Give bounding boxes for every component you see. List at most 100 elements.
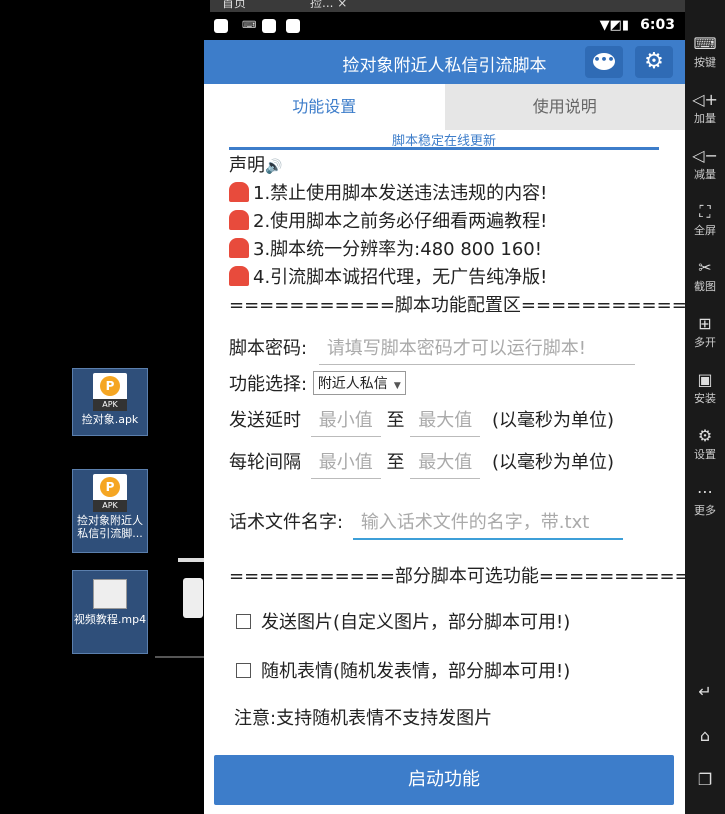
- delay-label: 发送延时: [229, 410, 301, 431]
- optional-divider: ===========部分脚本可选功能===========: [229, 566, 685, 587]
- random-emoji-checkbox[interactable]: [236, 663, 251, 678]
- recents-button[interactable]: ❐: [685, 770, 725, 790]
- random-emoji-label: 随机表情(随机发表情，部分脚本可用!): [261, 661, 571, 682]
- notice-heading: 声明: [229, 155, 265, 176]
- video-file-icon: [93, 579, 127, 609]
- delay-max-input[interactable]: 最大值: [410, 406, 481, 437]
- volume-up-icon: ◁+: [692, 90, 718, 109]
- home-icon: ⌂: [699, 726, 711, 745]
- back-icon: ↵: [698, 682, 712, 701]
- notice-item: 1.禁止使用脚本发送违法违规的内容!: [253, 183, 548, 204]
- unit-label: (以毫秒为单位): [491, 452, 614, 473]
- apk-file-icon: P APK: [93, 474, 127, 512]
- emulator-toolbar: ⌨ 按键 ◁+ 加量 ◁− 减量 ⛶ 全屏 ✂ 截图 ⊞ 多开 ▣ 安装 ⚙ 设置 ⋯ 更多 ↵ …: [685, 0, 725, 814]
- function-label: 功能选择:: [229, 374, 308, 395]
- to-label: 至: [386, 452, 405, 473]
- toolbar-install[interactable]: ▣ 安装: [685, 370, 725, 406]
- random-emoji-option[interactable]: 随机表情(随机发表情，部分脚本可用!): [236, 657, 570, 683]
- notice-item: 4.引流脚本诚招代理，无广告纯净版!: [253, 267, 548, 288]
- signal-battery-icon: ▼◩▮: [599, 18, 629, 33]
- scissors-icon: ✂: [698, 258, 712, 277]
- script-file-input[interactable]: 输入话术文件的名字，带.txt: [352, 508, 623, 540]
- tab-instructions[interactable]: 使用说明: [444, 84, 685, 130]
- desktop-icon-video[interactable]: 视频教程.mp4: [72, 570, 148, 654]
- function-select[interactable]: 附近人私信 ▼: [312, 371, 406, 395]
- notice-item: 3.脚本统一分辨率为:480 800 160!: [253, 239, 542, 260]
- background-divider: [155, 656, 205, 658]
- desktop-icon-label: 捡对象.apk: [81, 413, 139, 426]
- start-button[interactable]: 启动功能: [214, 755, 674, 805]
- apk-file-icon: P APK: [93, 373, 127, 411]
- desktop-icon-apk-2[interactable]: P APK 捡对象附近人私信引流脚...: [72, 469, 148, 553]
- password-label: 脚本密码:: [229, 338, 308, 359]
- to-label: 至: [386, 410, 405, 431]
- toolbar-keys[interactable]: ⌨ 按键: [685, 34, 725, 70]
- desktop-icon-label: 捡对象附近人私信引流脚...: [77, 514, 143, 540]
- volume-down-icon: ◁−: [692, 146, 718, 165]
- notice-item: 2.使用脚本之前务必仔细看两遍教程!: [253, 211, 548, 232]
- interval-min-input[interactable]: 最小值: [310, 448, 381, 479]
- background-window-fragment: [183, 578, 203, 618]
- note-text: 注意:支持随机表情不支持发图片: [234, 708, 493, 729]
- interval-label: 每轮间隔: [229, 452, 301, 473]
- settings-icon: ⚙: [697, 426, 713, 445]
- send-image-label: 发送图片(自定义图片，部分脚本可用!): [261, 612, 571, 633]
- send-image-checkbox[interactable]: [236, 614, 251, 629]
- host-tab-strip: 首页 捡... ×: [210, 0, 685, 12]
- send-image-option[interactable]: 发送图片(自定义图片，部分脚本可用!): [236, 608, 570, 634]
- chat-icon: •••: [593, 53, 615, 70]
- keyboard-icon: ⌨: [693, 34, 717, 53]
- status-time: 6:03: [640, 17, 675, 33]
- toolbar-multi-open[interactable]: ⊞ 多开: [685, 314, 725, 350]
- alarm-icon: [229, 266, 249, 286]
- config-divider: ===========脚本功能配置区===========: [229, 295, 685, 316]
- speaker-icon: 🔊: [265, 159, 283, 175]
- script-file-label: 话术文件名字:: [229, 512, 344, 533]
- screen: 首页 捡... × P APK 捡对象.apk P APK 捡对象附近人私信引流脚.…: [0, 0, 725, 814]
- home-button[interactable]: ⌂: [685, 726, 725, 746]
- host-tab-app[interactable]: 捡... ×: [310, 0, 347, 12]
- alarm-icon: [229, 210, 249, 230]
- notice-section: 声明🔊 1.禁止使用脚本发送违法违规的内容! 2.使用脚本之前务必仔细看两遍教程…: [229, 152, 685, 320]
- password-row: 脚本密码: 请填写脚本密码才可以运行脚本!: [229, 334, 635, 365]
- multi-open-icon: ⊞: [698, 314, 712, 333]
- notification-icon: [286, 19, 300, 33]
- alarm-icon: [229, 238, 249, 258]
- delay-min-input[interactable]: 最小值: [310, 406, 381, 437]
- chat-button[interactable]: •••: [585, 46, 623, 78]
- password-input[interactable]: 请填写脚本密码才可以运行脚本!: [318, 334, 635, 365]
- phone-screen: ⌨ ▼◩▮ 6:03 捡对象附近人私信引流脚本 ••• ⚙ 功能设置 使用说明 …: [204, 12, 685, 814]
- recents-icon: ❐: [697, 770, 713, 789]
- keyboard-icon: ⌨: [242, 20, 257, 31]
- gear-icon: ⚙: [644, 49, 664, 74]
- more-icon: ⋯: [697, 482, 713, 501]
- status-bar: ⌨ ▼◩▮ 6:03: [204, 12, 685, 40]
- toolbar-screenshot[interactable]: ✂ 截图: [685, 258, 725, 294]
- delay-row: 发送延时 最小值 至 最大值 (以毫秒为单位): [229, 406, 614, 437]
- apk-install-icon: ▣: [697, 370, 713, 389]
- close-icon[interactable]: ×: [337, 0, 347, 10]
- chevron-down-icon: ▼: [393, 381, 401, 391]
- app-bar: 捡对象附近人私信引流脚本 ••• ⚙: [204, 40, 685, 84]
- notification-icon: [262, 19, 276, 33]
- tab-bar: 功能设置 使用说明: [204, 84, 685, 130]
- interval-max-input[interactable]: 最大值: [410, 448, 481, 479]
- toolbar-volume-down[interactable]: ◁− 减量: [685, 146, 725, 182]
- toolbar-settings[interactable]: ⚙ 设置: [685, 426, 725, 462]
- settings-button[interactable]: ⚙: [635, 46, 673, 78]
- alarm-icon: [229, 182, 249, 202]
- function-row: 功能选择: 附近人私信 ▼: [229, 370, 406, 396]
- background-window-edge: [178, 558, 204, 562]
- fullscreen-icon: ⛶: [699, 202, 711, 221]
- host-tab-home[interactable]: 首页: [222, 0, 246, 12]
- desktop-icon-label: 视频教程.mp4: [73, 613, 147, 626]
- interval-row: 每轮间隔 最小值 至 最大值 (以毫秒为单位): [229, 448, 614, 479]
- toolbar-volume-up[interactable]: ◁+ 加量: [685, 90, 725, 126]
- script-file-row: 话术文件名字: 输入话术文件的名字，带.txt: [229, 508, 623, 540]
- toolbar-more[interactable]: ⋯ 更多: [685, 482, 725, 518]
- desktop-icon-apk-1[interactable]: P APK 捡对象.apk: [72, 368, 148, 436]
- update-note: 脚本稳定在线更新: [229, 130, 659, 150]
- tab-function-settings[interactable]: 功能设置: [204, 84, 445, 130]
- back-button[interactable]: ↵: [685, 682, 725, 702]
- toolbar-fullscreen[interactable]: ⛶ 全屏: [685, 202, 725, 238]
